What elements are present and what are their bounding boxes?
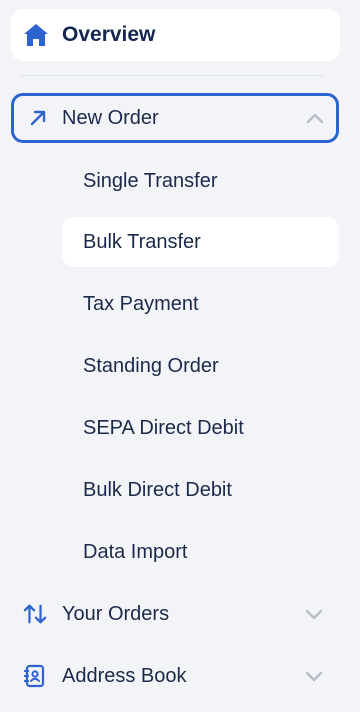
divider [20,75,323,76]
nav-subitem-label: Standing Order [83,355,219,377]
nav-subitem-data-import[interactable]: Data Import [62,527,339,577]
nav-item-overview-label: Overview [62,23,156,46]
nav-item-new-order[interactable]: New Order [11,93,339,143]
nav-item-new-order-label: New Order [62,107,159,129]
chevron-down-icon[interactable] [305,609,323,621]
nav-item-overview[interactable]: Overview [11,9,340,61]
nav-subitem-bulk-direct-debit[interactable]: Bulk Direct Debit [62,465,339,515]
nav-item-address-book[interactable]: Address Book [11,651,339,701]
chevron-down-icon[interactable] [305,671,323,683]
nav-subitem-label: Tax Payment [83,293,199,315]
nav-item-your-orders-label: Your Orders [62,603,170,625]
nav-subitem-label: Data Import [83,541,188,563]
nav-subitem-bulk-transfer[interactable]: Bulk Transfer [62,217,339,267]
nav-subitem-label: Single Transfer [83,170,218,192]
nav-subitem-tax-payment[interactable]: Tax Payment [62,279,339,329]
sort-arrows-icon [23,604,47,624]
nav-subitem-label: Bulk Direct Debit [83,479,232,501]
chevron-up-icon[interactable] [306,112,324,124]
nav-item-your-orders[interactable]: Your Orders [11,589,339,639]
address-book-icon [23,664,45,688]
nav-subitem-label: Bulk Transfer [83,231,201,253]
nav-item-address-book-label: Address Book [62,665,187,687]
nav-subitem-label: SEPA Direct Debit [83,417,244,439]
home-icon [24,24,48,46]
nav-subitem-standing-order[interactable]: Standing Order [62,341,339,391]
arrow-up-right-icon [30,110,46,126]
nav-subitem-sepa-direct-debit[interactable]: SEPA Direct Debit [62,403,339,453]
sidebar-nav: Overview New Order Single Transfer Bulk … [0,0,360,712]
nav-subitem-single-transfer[interactable]: Single Transfer [62,156,339,206]
